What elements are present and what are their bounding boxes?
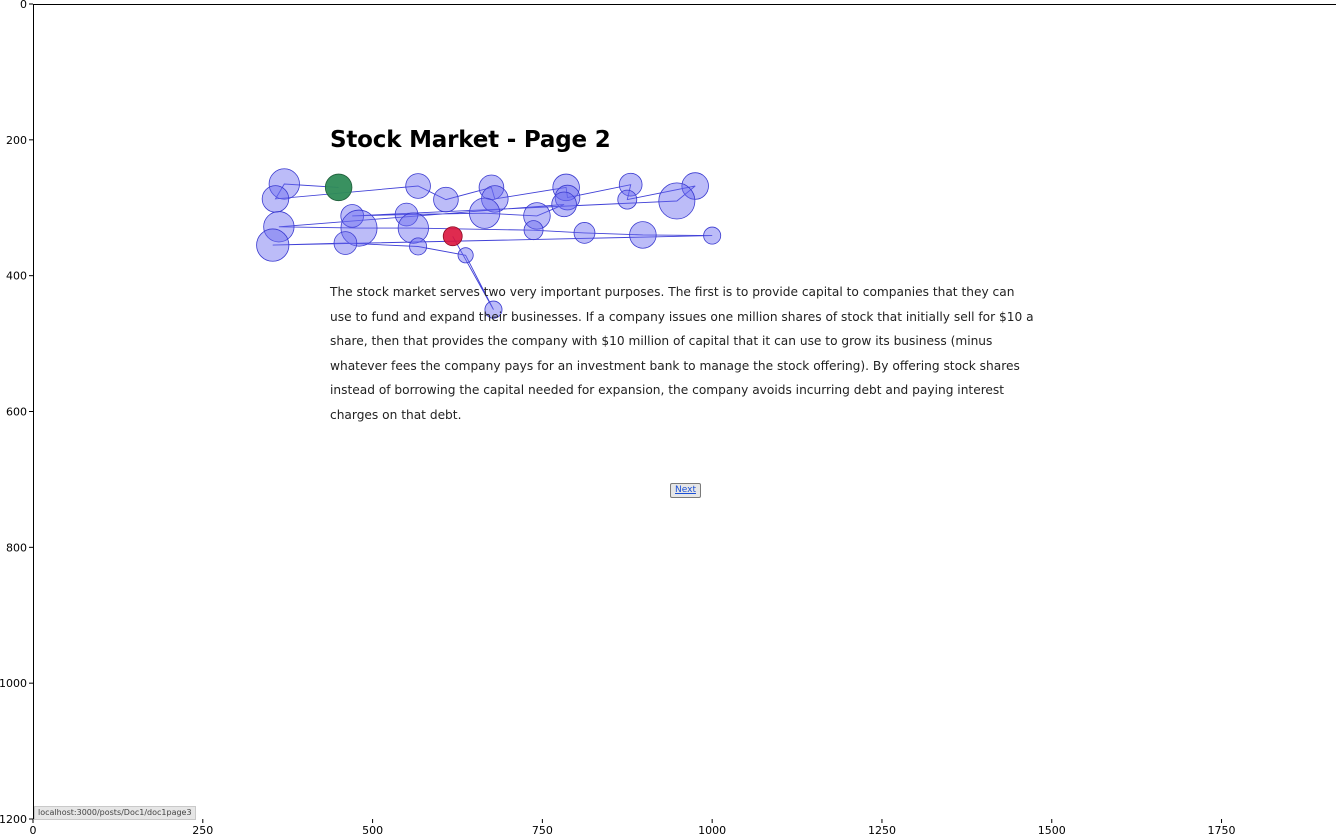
fixation-point [409,237,428,256]
fixation-point [405,173,431,199]
y-tick-label: 1200 [0,813,27,826]
fixation-point [573,222,596,244]
y-tick-label: 400 [6,270,27,283]
fixation-point [617,189,638,210]
y-tick-label: 600 [6,406,27,419]
fixation-point [433,186,459,213]
body-paragraph: The stock market serves two very importa… [330,285,1034,422]
page-title: Stock Market - Page 2 [330,127,611,153]
fixation-point [629,221,657,249]
fixation-point [703,226,722,245]
fixation-point [469,197,501,229]
x-tick-label: 250 [192,824,213,836]
end-fixation-point [442,226,463,247]
fixation-point [397,212,429,244]
fixation-point [457,247,474,264]
fixation-point [523,220,544,241]
start-fixation-point [324,173,353,202]
fixation-point [256,228,290,262]
x-tick-label: 1000 [698,824,726,836]
status-bar-url: localhost:3000/posts/Doc1/doc1page3 [34,806,196,820]
x-tick-label: 1250 [868,824,896,836]
fixation-point [658,182,696,220]
y-tick-label: 0 [20,0,27,11]
fixation-point [333,231,358,255]
x-tick-label: 1750 [1208,824,1236,836]
fixation-point [551,191,577,218]
y-tick-label: 1000 [0,677,27,690]
x-tick-label: 750 [532,824,553,836]
x-tick-label: 1500 [1038,824,1066,836]
y-tick-label: 200 [6,134,27,147]
y-tick-label: 800 [6,541,27,554]
next-button[interactable]: Next [670,483,701,498]
x-tick-label: 500 [362,824,383,836]
x-tick-label: 0 [30,824,37,836]
fixation-point [261,185,290,213]
